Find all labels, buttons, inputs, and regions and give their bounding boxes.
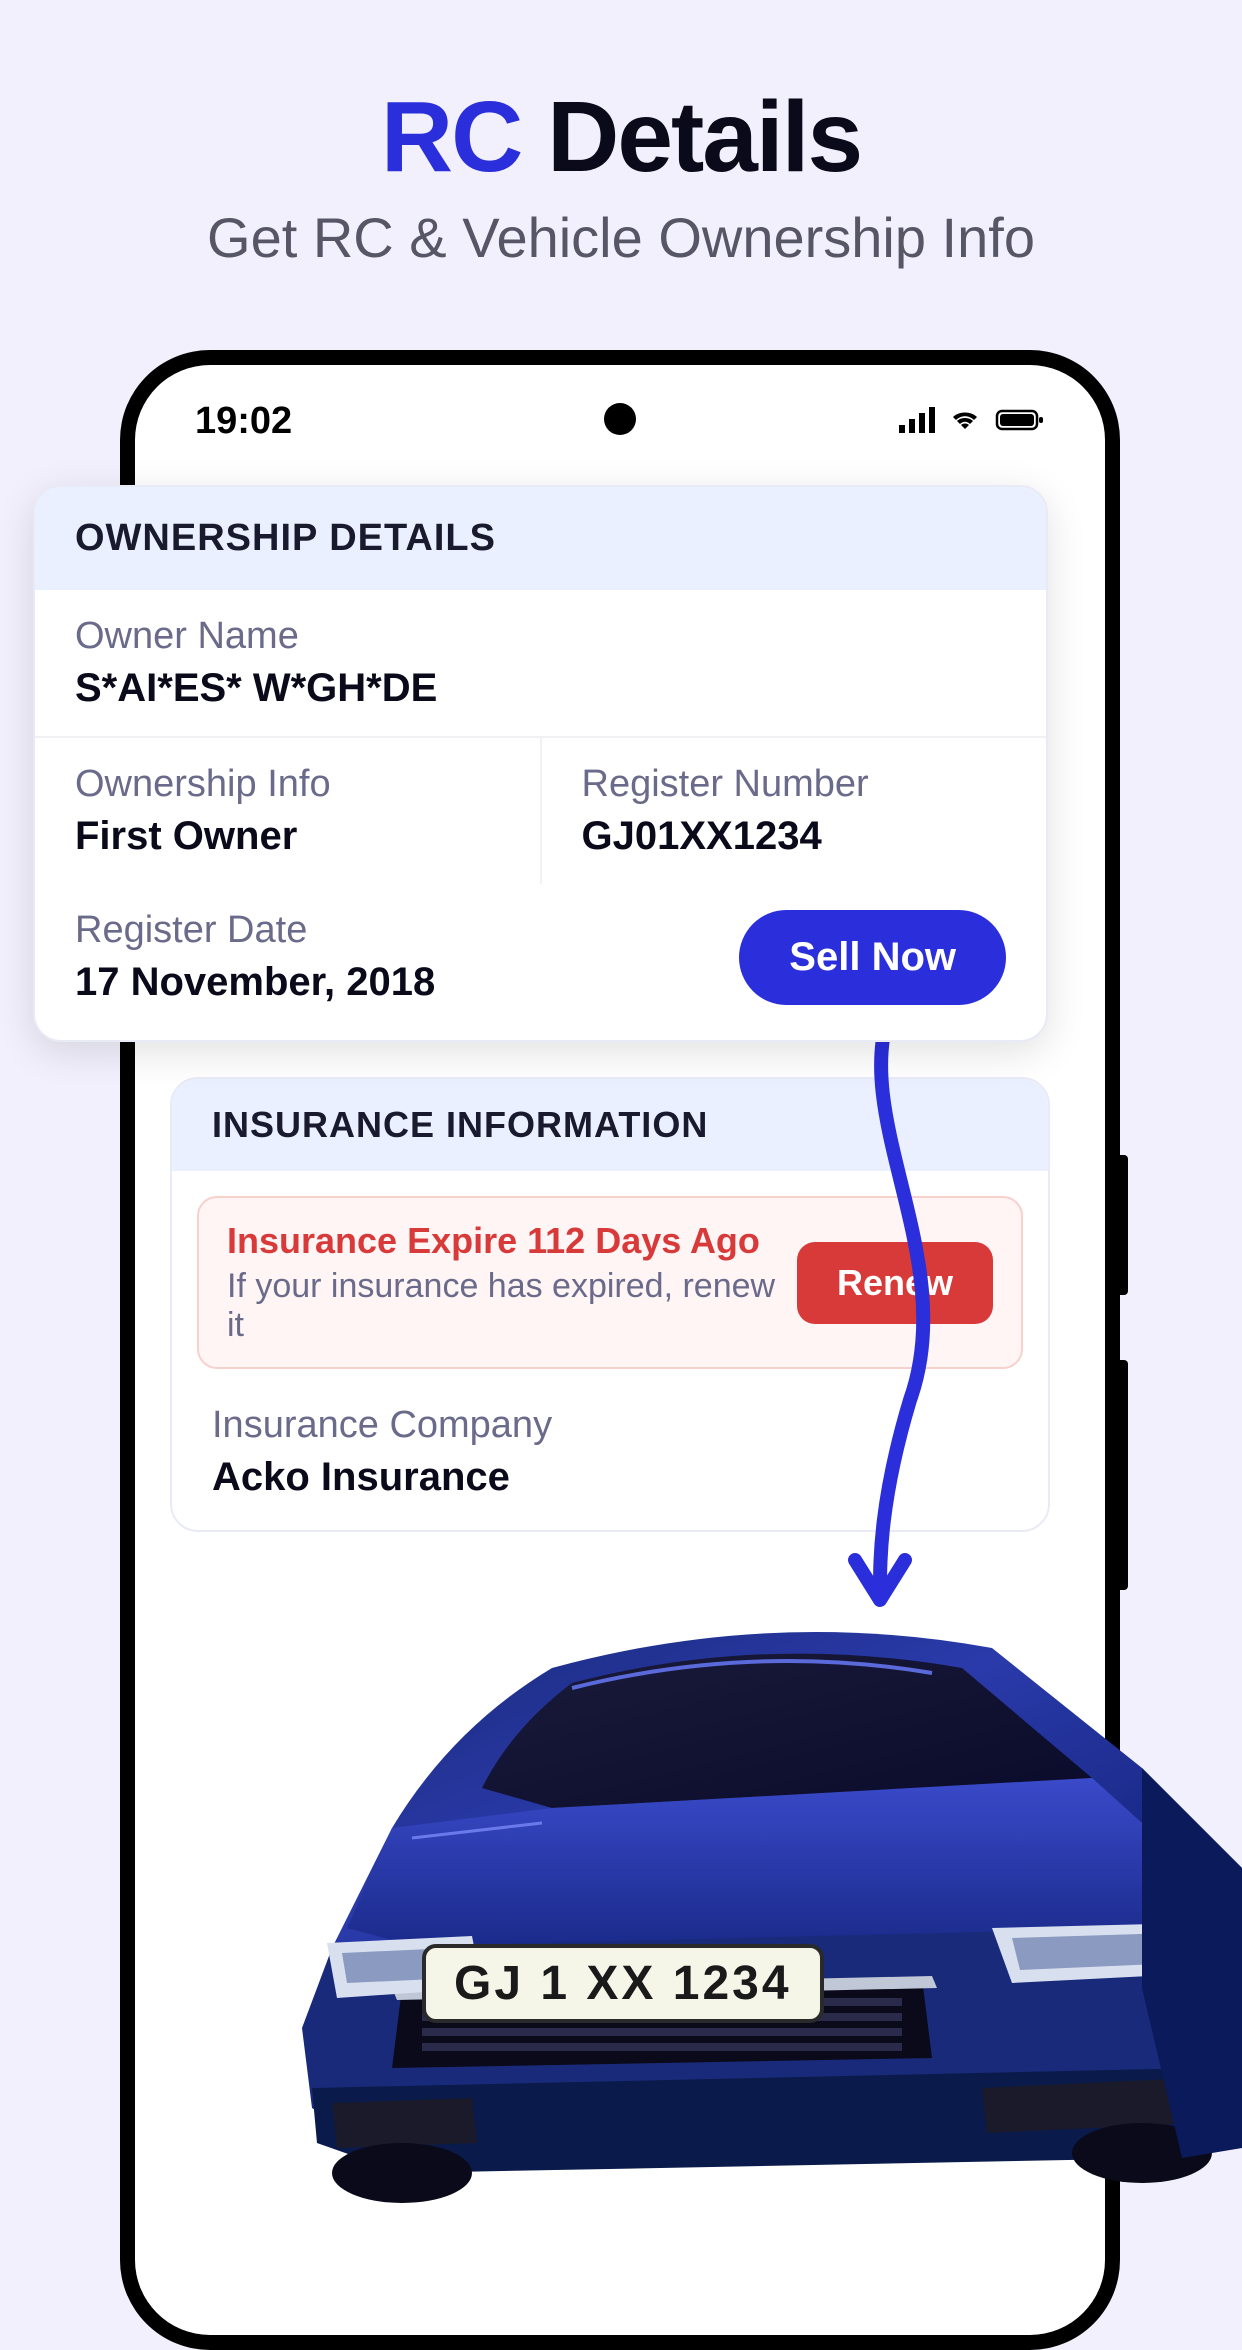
- register-number-col: Register Number GJ01XX1234: [542, 738, 1047, 884]
- register-date-label: Register Date: [75, 909, 435, 952]
- owner-name-value: S*AI*ES* W*GH*DE: [75, 666, 1006, 711]
- arrow-icon: [780, 1000, 1000, 1640]
- ownership-card: OWNERSHIP DETAILS Owner Name S*AI*ES* W*…: [33, 485, 1048, 1042]
- title-rc: RC: [381, 81, 521, 193]
- page-title: RC Details: [0, 80, 1242, 195]
- signal-icon: [899, 400, 935, 443]
- register-date-col: Register Date 17 November, 2018: [75, 909, 435, 1005]
- license-plate: GJ 1 XX 1234: [422, 1944, 824, 2023]
- alert-text: Insurance Expire 112 Days Ago If your in…: [227, 1220, 797, 1345]
- register-date-row: Register Date 17 November, 2018 Sell Now: [35, 884, 1046, 1040]
- ownership-info-value: First Owner: [75, 814, 500, 859]
- owner-name-row: Owner Name S*AI*ES* W*GH*DE: [35, 590, 1046, 738]
- owner-name-label: Owner Name: [75, 615, 1006, 658]
- alert-title: Insurance Expire 112 Days Ago: [227, 1220, 797, 1262]
- status-icons: [899, 400, 1045, 443]
- wifi-icon: [947, 400, 983, 443]
- page-header: RC Details Get RC & Vehicle Ownership In…: [0, 0, 1242, 270]
- phone-side-button: [1120, 1360, 1128, 1590]
- ownership-header: OWNERSHIP DETAILS: [35, 487, 1046, 590]
- alert-subtitle: If your insurance has expired, renew it: [227, 1267, 797, 1345]
- status-time: 19:02: [195, 400, 292, 443]
- register-number-label: Register Number: [582, 763, 1007, 806]
- camera-notch: [604, 403, 636, 435]
- phone-side-button: [1120, 1155, 1128, 1295]
- page-subtitle: Get RC & Vehicle Ownership Info: [0, 205, 1242, 270]
- car-image: GJ 1 XX 1234: [272, 1588, 1242, 2208]
- ownership-info-col: Ownership Info First Owner: [35, 738, 542, 884]
- ownership-register-row: Ownership Info First Owner Register Numb…: [35, 738, 1046, 884]
- battery-icon: [995, 400, 1045, 443]
- ownership-info-label: Ownership Info: [75, 763, 500, 806]
- title-details: Details: [521, 81, 861, 193]
- register-date-value: 17 November, 2018: [75, 960, 435, 1005]
- sell-now-button[interactable]: Sell Now: [739, 910, 1006, 1005]
- register-number-value: GJ01XX1234: [582, 814, 1007, 859]
